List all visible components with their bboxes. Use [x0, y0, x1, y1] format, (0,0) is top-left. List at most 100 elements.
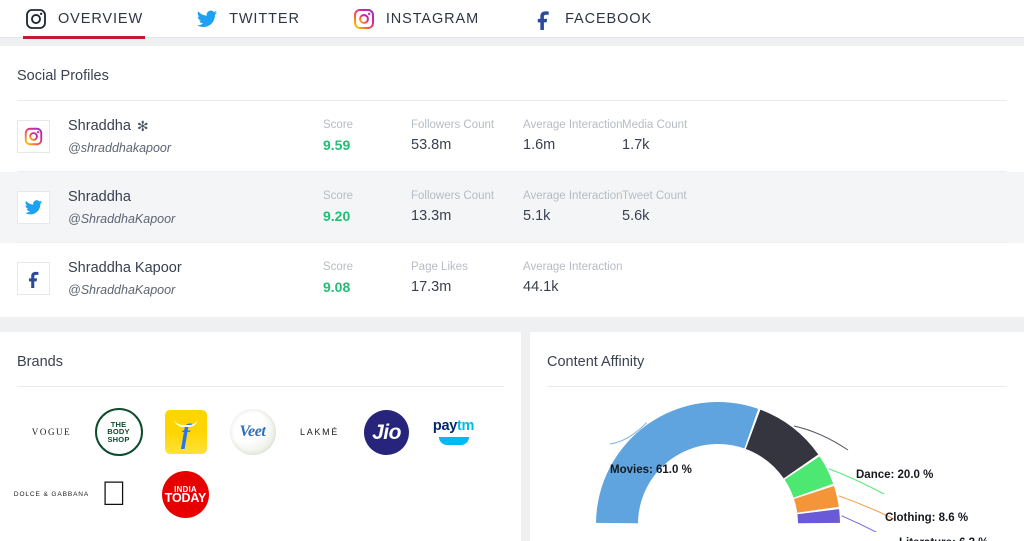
stat-value: 5.1k: [523, 208, 551, 224]
brand-logo-flipkart[interactable]: f: [152, 401, 219, 463]
table-row[interactable]: Shraddha @ShraddhaKapoor Score 9.20 Foll…: [0, 172, 1024, 243]
stat-value: 13.3m: [411, 208, 452, 224]
stat-label: Media Count: [622, 119, 688, 131]
row-twitter-icon-box: [17, 191, 50, 224]
chart-label-dance: Dance: 20.0 %: [856, 469, 934, 481]
twitter-bird-icon: [196, 8, 218, 30]
tab-twitter-label: TWITTER: [229, 10, 300, 27]
facebook-f-icon: [24, 269, 43, 288]
tab-instagram-label: INSTAGRAM: [385, 10, 480, 27]
stat-tweet-count: Tweet Count 5.6k: [622, 188, 732, 227]
brand-logo-dolce-gabbana[interactable]: DOLCE & GABBANA: [14, 463, 88, 525]
stat-label: Page Likes: [411, 261, 468, 273]
brand-logo-veet[interactable]: Veet: [219, 401, 286, 463]
body-shop-line-3: SHOP: [107, 434, 130, 444]
instagram-outline-icon: [25, 8, 47, 30]
tab-facebook[interactable]: FACEBOOK: [532, 0, 652, 38]
brand-logo-the-body-shop[interactable]: THE BODY SHOP: [85, 401, 152, 463]
twitter-bird-icon: [24, 198, 43, 217]
stat-label: Followers Count: [411, 190, 495, 202]
stat-value: 5.6k: [622, 208, 650, 224]
the-body-shop-logo-icon: THE BODY SHOP: [94, 408, 143, 456]
brand-logo-india-today[interactable]: INDIA TODAY: [152, 463, 219, 525]
dolce-gabbana-wordmark: DOLCE & GABBANA: [13, 490, 90, 498]
jio-wordmark: Jio: [372, 420, 401, 444]
brand-logo-lakme[interactable]: LAKMÉ: [286, 401, 353, 463]
brand-logo-jio[interactable]: Jio: [353, 401, 420, 463]
stat-label: Score: [323, 190, 354, 202]
stat-followers-count: Followers Count 13.3m: [411, 188, 523, 227]
stat-value: 44.1k: [523, 279, 559, 295]
stat-value: 9.08: [323, 279, 351, 295]
brands-card: Brands VOGUE THE BODY SHOP f Veet LAKMÉ …: [0, 332, 521, 541]
stat-label: Tweet Count: [622, 190, 687, 202]
profile-handle: @ShraddhaKapoor: [68, 211, 176, 226]
stat-label: Score: [323, 119, 354, 131]
stat-page-likes: Page Likes 17.3m: [411, 259, 523, 298]
stat-label: Score: [323, 261, 354, 273]
stat-label: Average Interaction: [523, 119, 623, 131]
paytm-tm: tm: [456, 418, 475, 434]
stat-followers-count: Followers Count 53.8m: [411, 117, 523, 156]
stat-label: Average Interaction: [523, 261, 623, 273]
stat-label: Followers Count: [411, 119, 495, 131]
profile-name: Shraddha Kapoor: [68, 259, 182, 276]
gauge-arc-group: [596, 402, 840, 524]
paytm-pay: pay: [432, 418, 457, 434]
stat-value: 1.7k: [622, 137, 650, 153]
stat-value: 17.3m: [411, 279, 452, 295]
lakme-wordmark: LAKMÉ: [299, 427, 339, 437]
flipkart-smile: [173, 418, 198, 427]
stat-average-interaction: Average Interaction 5.1k: [523, 188, 623, 227]
stat-label: Average Interaction: [523, 190, 623, 202]
chart-label-movies: Movies: 61.0 %: [610, 464, 692, 476]
main-tabbar: OVERVIEW TWITTER INSTAGRAM FACEBOOK: [0, 0, 1024, 39]
paytm-bowl: [438, 437, 469, 445]
stat-value: 9.59: [323, 137, 351, 153]
tab-twitter[interactable]: TWITTER: [196, 0, 300, 38]
tab-overview[interactable]: OVERVIEW: [22, 0, 146, 39]
table-row[interactable]: Shraddha ✻ @shraddhakapoor Score 9.59 Fo…: [0, 101, 1024, 172]
verified-badge-icon: ✻: [136, 118, 149, 134]
instagram-gradient-icon: [24, 127, 43, 146]
chart-label-clothing: Clothing: 8.6 %: [885, 512, 969, 524]
table-row[interactable]: Shraddha Kapoor @ShraddhaKapoor Score 9.…: [0, 243, 1024, 314]
veet-logo-icon: Veet: [229, 409, 276, 455]
jio-logo-icon: Jio: [364, 409, 409, 455]
paytm-wordmark: paytm: [432, 418, 475, 434]
stat-score: Score 9.20: [323, 188, 411, 227]
brand-logo-apple[interactable]: : [85, 463, 152, 525]
social-profiles-card: Social Profiles Shraddha ✻ @shraddhakapo…: [0, 46, 1024, 317]
tab-instagram[interactable]: INSTAGRAM: [353, 0, 479, 38]
chart-label-literature: Literature: 6.2 %: [899, 537, 988, 541]
affinity-half-donut: [596, 402, 897, 532]
facebook-f-icon: [532, 8, 554, 31]
paytm-logo-icon: paytm: [433, 419, 474, 445]
pie-slice-movies: [596, 402, 759, 524]
vogue-wordmark: VOGUE: [31, 427, 72, 437]
profile-handle: @ShraddhaKapoor: [68, 282, 176, 297]
stat-score: Score 9.08: [323, 259, 411, 298]
profile-handle: @shraddhakapoor: [68, 140, 172, 155]
flipkart-logo-icon: f: [164, 410, 207, 454]
profile-name-wrap: Shraddha Kapoor: [68, 259, 323, 278]
stat-value: 9.20: [323, 208, 351, 224]
tab-overview-label: OVERVIEW: [58, 10, 144, 27]
brand-logo-vogue[interactable]: VOGUE: [18, 401, 85, 463]
stat-average-interaction: Average Interaction 44.1k: [523, 259, 623, 298]
profile-name-wrap: Shraddha ✻: [68, 117, 323, 136]
apple-logo-icon: : [101, 477, 136, 511]
row-identity: Shraddha Kapoor @ShraddhaKapoor: [68, 259, 323, 299]
content-affinity-chart: Movies: 61.0 % Dance: 20.0 % Clothing: 8…: [530, 382, 1024, 541]
content-affinity-title: Content Affinity: [547, 354, 645, 370]
india-today-logo-icon: INDIA TODAY: [162, 470, 209, 518]
row-identity: Shraddha ✻ @shraddhakapoor: [68, 117, 323, 157]
stat-average-interaction: Average Interaction 1.6m: [523, 117, 623, 156]
stat-media-count: Media Count 1.7k: [622, 117, 732, 156]
stat-score: Score 9.59: [323, 117, 411, 156]
brand-logo-paytm[interactable]: paytm: [420, 401, 487, 463]
stat-value: 53.8m: [411, 137, 452, 153]
social-profiles-title: Social Profiles: [17, 68, 109, 84]
row-instagram-icon-box: [17, 120, 50, 153]
tab-facebook-label: FACEBOOK: [565, 10, 653, 27]
